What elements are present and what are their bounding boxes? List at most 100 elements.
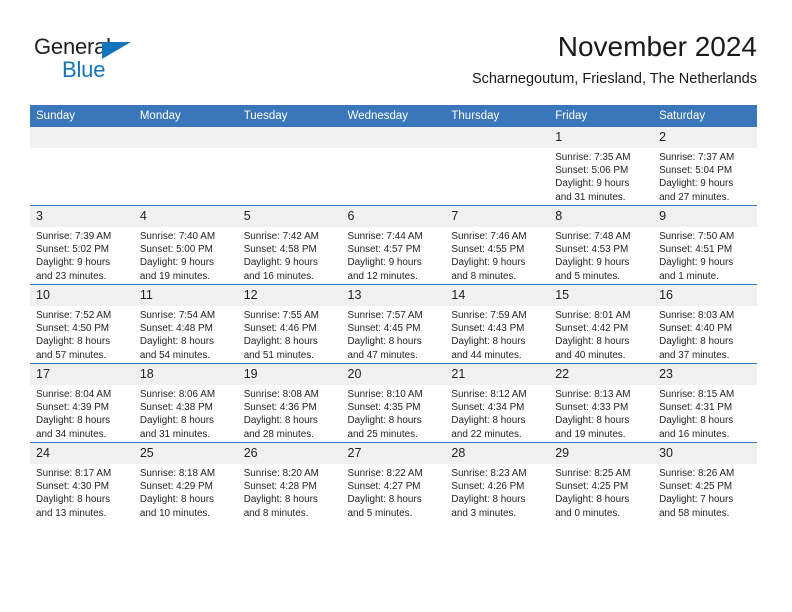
day-number: 16 bbox=[653, 285, 757, 306]
day-cell[interactable]: 5 Sunrise: 7:42 AM Sunset: 4:58 PM Daylight… bbox=[237, 205, 342, 285]
day-number: 15 bbox=[549, 285, 654, 306]
day-number: 7 bbox=[445, 206, 550, 227]
daylight-duration-line1: Daylight: 8 hours bbox=[243, 336, 318, 348]
logo-triangle-icon bbox=[102, 42, 131, 59]
day-cell[interactable]: 21 Sunrise: 8:12 AM Sunset: 4:34 PM Dayligh… bbox=[445, 363, 550, 443]
day-cell[interactable]: 8 Sunrise: 7:48 AM Sunset: 4:53 PM Daylight… bbox=[549, 205, 654, 285]
day-cell[interactable]: 22 Sunrise: 8:13 AM Sunset: 4:33 PM Dayligh… bbox=[549, 363, 654, 443]
weekday-header-friday: Friday bbox=[549, 105, 654, 127]
general-blue-logo[interactable]: General Blue bbox=[34, 34, 234, 90]
daylight-duration-line2: and 57 minutes. bbox=[36, 349, 107, 361]
sunset-time: Sunset: 4:30 PM bbox=[36, 481, 110, 493]
day-cell[interactable]: 30 Sunrise: 8:26 AM Sunset: 4:25 PM Dayligh… bbox=[653, 442, 757, 521]
day-number: 2 bbox=[653, 127, 757, 148]
day-cell-empty bbox=[341, 127, 446, 206]
day-cell[interactable]: 2 Sunrise: 7:37 AM Sunset: 5:04 PM Daylight… bbox=[653, 127, 757, 206]
sun-info: Sunrise: 7:37 AM Sunset: 5:04 PM Daylight:… bbox=[653, 148, 757, 204]
sunrise-time: Sunrise: 8:10 AM bbox=[347, 389, 423, 400]
day-cell[interactable]: 9 Sunrise: 7:50 AM Sunset: 4:51 PM Daylight… bbox=[653, 205, 757, 285]
title-block: November 2024 Scharnegoutum, Friesland, … bbox=[472, 30, 757, 88]
day-cell-empty bbox=[237, 127, 342, 206]
weekday-header-wednesday: Wednesday bbox=[341, 105, 446, 127]
daylight-duration-line2: and 25 minutes. bbox=[347, 428, 418, 440]
day-cell[interactable]: 12 Sunrise: 7:55 AM Sunset: 4:46 PM Dayligh… bbox=[237, 284, 342, 364]
day-number: 26 bbox=[237, 443, 342, 464]
day-cell[interactable]: 16 Sunrise: 8:03 AM Sunset: 4:40 PM Dayligh… bbox=[653, 284, 757, 364]
sunset-time: Sunset: 4:27 PM bbox=[347, 481, 421, 493]
daylight-duration-line2: and 23 minutes. bbox=[36, 270, 107, 282]
day-cell[interactable]: 26 Sunrise: 8:20 AM Sunset: 4:28 PM Dayligh… bbox=[237, 442, 342, 521]
day-cell[interactable]: 15 Sunrise: 8:01 AM Sunset: 4:42 PM Dayligh… bbox=[549, 284, 654, 364]
sun-info: Sunrise: 8:10 AM Sunset: 4:35 PM Daylight:… bbox=[342, 385, 446, 441]
sunrise-time: Sunrise: 8:04 AM bbox=[36, 389, 112, 400]
daylight-duration-line2: and 31 minutes. bbox=[139, 428, 211, 440]
daylight-duration-line2: and 31 minutes. bbox=[555, 191, 626, 203]
daylight-duration-line2: and 37 minutes. bbox=[659, 349, 730, 361]
sunset-time: Sunset: 4:28 PM bbox=[243, 481, 317, 493]
day-cell[interactable]: 4 Sunrise: 7:40 AM Sunset: 5:00 PM Daylight… bbox=[133, 205, 238, 285]
page-header: General Blue November 2024 Scharnegoutum… bbox=[34, 30, 757, 98]
sunset-time: Sunset: 4:57 PM bbox=[347, 244, 421, 256]
day-number: 14 bbox=[445, 285, 550, 306]
sun-info: Sunrise: 8:13 AM Sunset: 4:33 PM Daylight:… bbox=[549, 385, 653, 441]
day-cell[interactable]: 25 Sunrise: 8:18 AM Sunset: 4:29 PM Dayligh… bbox=[133, 442, 238, 521]
sunrise-time: Sunrise: 7:57 AM bbox=[347, 310, 423, 321]
day-cell[interactable]: 14 Sunrise: 7:59 AM Sunset: 4:43 PM Dayligh… bbox=[445, 284, 550, 364]
day-cell[interactable]: 29 Sunrise: 8:25 AM Sunset: 4:25 PM Dayligh… bbox=[549, 442, 654, 521]
sun-info: Sunrise: 8:15 AM Sunset: 4:31 PM Daylight:… bbox=[653, 385, 757, 441]
daylight-duration-line1: Daylight: 8 hours bbox=[36, 494, 111, 506]
day-cell[interactable]: 7 Sunrise: 7:46 AM Sunset: 4:55 PM Daylight… bbox=[445, 205, 550, 285]
sun-info: Sunrise: 7:40 AM Sunset: 5:00 PM Daylight:… bbox=[134, 227, 238, 283]
sun-info: Sunrise: 8:01 AM Sunset: 4:42 PM Daylight:… bbox=[549, 306, 653, 362]
sunrise-time: Sunrise: 8:20 AM bbox=[243, 468, 319, 479]
daylight-duration-line2: and 3 minutes. bbox=[451, 507, 517, 519]
day-cell[interactable]: 19 Sunrise: 8:08 AM Sunset: 4:36 PM Dayligh… bbox=[237, 363, 342, 443]
day-cell[interactable]: 23 Sunrise: 8:15 AM Sunset: 4:31 PM Dayligh… bbox=[653, 363, 757, 443]
daylight-duration-line1: Daylight: 9 hours bbox=[659, 178, 734, 190]
daylight-duration-line2: and 51 minutes. bbox=[243, 349, 314, 361]
calendar-week-row: 1 Sunrise: 7:35 AM Sunset: 5:06 PM Daylight… bbox=[30, 127, 757, 206]
day-number bbox=[237, 127, 342, 148]
sun-info: Sunrise: 7:55 AM Sunset: 4:46 PM Daylight:… bbox=[238, 306, 342, 362]
sunset-time: Sunset: 5:04 PM bbox=[659, 165, 733, 177]
sunrise-time: Sunrise: 8:26 AM bbox=[659, 468, 735, 479]
day-cell[interactable]: 28 Sunrise: 8:23 AM Sunset: 4:26 PM Dayligh… bbox=[445, 442, 550, 521]
day-number: 3 bbox=[30, 206, 134, 227]
sun-info: Sunrise: 8:20 AM Sunset: 4:28 PM Daylight:… bbox=[238, 464, 342, 520]
day-cell[interactable]: 13 Sunrise: 7:57 AM Sunset: 4:45 PM Dayligh… bbox=[341, 284, 446, 364]
sun-info: Sunrise: 8:03 AM Sunset: 4:40 PM Daylight:… bbox=[653, 306, 757, 362]
sunset-time: Sunset: 4:39 PM bbox=[36, 402, 110, 414]
logo-text-blue: Blue bbox=[62, 57, 106, 82]
sunset-time: Sunset: 4:51 PM bbox=[659, 244, 733, 256]
day-cell[interactable]: 6 Sunrise: 7:44 AM Sunset: 4:57 PM Daylight… bbox=[341, 205, 446, 285]
day-number: 6 bbox=[341, 206, 446, 227]
daylight-duration-line2: and 5 minutes. bbox=[555, 270, 620, 282]
day-number: 20 bbox=[341, 364, 446, 385]
sunset-time: Sunset: 5:06 PM bbox=[555, 165, 629, 177]
daylight-duration-line2: and 19 minutes. bbox=[139, 270, 211, 282]
sun-info: Sunrise: 7:44 AM Sunset: 4:57 PM Daylight:… bbox=[342, 227, 446, 283]
day-cell[interactable]: 24 Sunrise: 8:17 AM Sunset: 4:30 PM Dayligh… bbox=[30, 442, 134, 521]
daylight-duration-line2: and 54 minutes. bbox=[139, 349, 211, 361]
day-cell[interactable]: 11 Sunrise: 7:54 AM Sunset: 4:48 PM Dayligh… bbox=[133, 284, 238, 364]
sun-info: Sunrise: 8:22 AM Sunset: 4:27 PM Daylight:… bbox=[342, 464, 446, 520]
sunrise-time: Sunrise: 7:39 AM bbox=[36, 231, 112, 242]
day-cell[interactable]: 3 Sunrise: 7:39 AM Sunset: 5:02 PM Daylight… bbox=[30, 205, 134, 285]
day-cell[interactable]: 10 Sunrise: 7:52 AM Sunset: 4:50 PM Dayligh… bbox=[30, 284, 134, 364]
sunset-time: Sunset: 4:29 PM bbox=[139, 481, 213, 493]
sunset-time: Sunset: 4:46 PM bbox=[243, 323, 317, 335]
day-cell[interactable]: 18 Sunrise: 8:06 AM Sunset: 4:38 PM Dayligh… bbox=[133, 363, 238, 443]
day-cell[interactable]: 20 Sunrise: 8:10 AM Sunset: 4:35 PM Dayligh… bbox=[341, 363, 446, 443]
weekday-header-saturday: Saturday bbox=[653, 105, 757, 127]
sunrise-time: Sunrise: 8:08 AM bbox=[243, 389, 319, 400]
day-cell[interactable]: 27 Sunrise: 8:22 AM Sunset: 4:27 PM Dayligh… bbox=[341, 442, 446, 521]
calendar-header-row: Sunday Monday Tuesday Wednesday Thursday… bbox=[30, 105, 757, 127]
day-number: 8 bbox=[549, 206, 654, 227]
day-cell[interactable]: 1 Sunrise: 7:35 AM Sunset: 5:06 PM Daylight… bbox=[549, 127, 654, 206]
daylight-duration-line1: Daylight: 8 hours bbox=[555, 494, 630, 506]
sunset-time: Sunset: 4:43 PM bbox=[451, 323, 525, 335]
sunset-time: Sunset: 4:35 PM bbox=[347, 402, 421, 414]
day-cell[interactable]: 17 Sunrise: 8:04 AM Sunset: 4:39 PM Dayligh… bbox=[30, 363, 134, 443]
daylight-duration-line1: Daylight: 8 hours bbox=[139, 415, 214, 427]
sunset-time: Sunset: 4:31 PM bbox=[659, 402, 733, 414]
